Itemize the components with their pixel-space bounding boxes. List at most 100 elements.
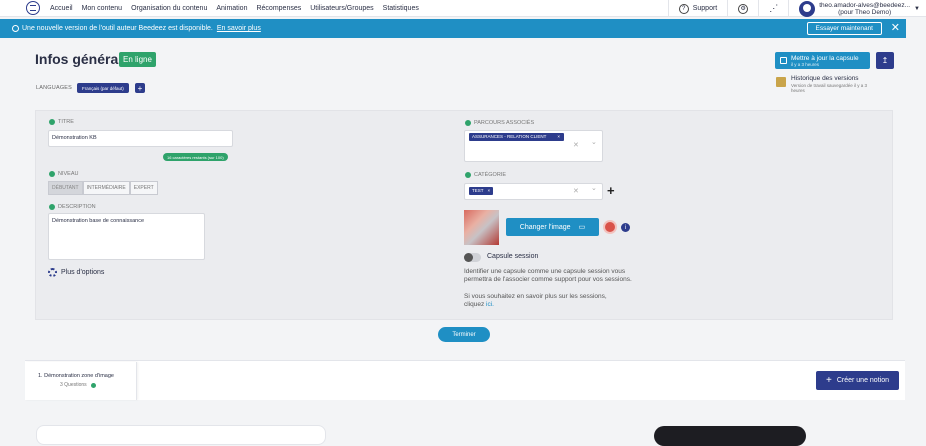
nav-link-recompenses[interactable]: Récompenses	[256, 5, 301, 12]
nav-link-accueil[interactable]: Accueil	[50, 5, 73, 12]
user-email: theo.amador-alves@beedeez...	[819, 1, 911, 9]
clear-icon[interactable]: ✕	[573, 141, 579, 149]
info-icon	[12, 25, 19, 32]
create-notion-button[interactable]: + Créer une notion	[816, 371, 899, 390]
level-selector: DÉBUTANT INTERMÉDIAIRE EXPERT	[48, 181, 158, 195]
history-icon	[776, 77, 786, 87]
share-nodes-icon: ⋰	[769, 3, 779, 13]
user-sub: (pour Theo Demo)	[838, 8, 892, 16]
status-dot-icon	[49, 119, 55, 125]
chip-remove-icon[interactable]: ×	[557, 134, 560, 140]
banner-text: Une nouvelle version de l'outil auteur B…	[22, 25, 213, 32]
close-icon[interactable]: ✕	[891, 22, 900, 34]
update-button-label: Mettre à jour la capsule	[791, 54, 859, 62]
session-description: Identifier une capsule comme une capsule…	[464, 268, 632, 283]
status-dot-icon	[465, 172, 471, 178]
settings-button[interactable]: ⚙	[727, 0, 758, 17]
plus-icon: +	[826, 375, 832, 386]
create-notion-label: Créer une notion	[836, 377, 889, 384]
change-image-button[interactable]: Changer l'image ▭	[506, 218, 599, 236]
level-option-debutant[interactable]: DÉBUTANT	[48, 181, 83, 195]
session-more-info: Si vous souhaitez en savoir plus sur les…	[464, 293, 614, 309]
content-card	[36, 425, 326, 445]
support-button[interactable]: ? Support	[667, 0, 728, 17]
main-nav-links: Accueil Mon contenu Organisation du cont…	[50, 5, 419, 12]
category-label-text: CATÉGORIE	[474, 172, 506, 178]
status-dot-icon	[49, 204, 55, 210]
more-options-label: Plus d'options	[61, 269, 105, 276]
description-textarea[interactable]: Démonstration base de connaissance	[48, 213, 205, 260]
paths-label-text: PARCOURS ASSOCIÉS	[474, 120, 535, 126]
level-option-expert[interactable]: EXPERT	[129, 181, 158, 195]
more-options-button[interactable]: Plus d'options	[48, 268, 104, 277]
title-char-counter: 16 caractères restants (sur 100)	[163, 153, 228, 161]
level-option-intermediaire[interactable]: INTERMÉDIAIRE	[82, 181, 130, 195]
status-dot-icon	[49, 171, 55, 177]
category-label: CATÉGORIE	[465, 172, 506, 178]
share-button[interactable]: ⋰	[758, 0, 788, 17]
user-info: theo.amador-alves@beedeez... (pour Theo …	[819, 2, 910, 16]
status-badge: En ligne	[119, 52, 156, 67]
update-banner: Une nouvelle version de l'outil auteur B…	[0, 19, 906, 38]
dark-floating-panel	[654, 426, 806, 446]
title-label-text: TITRE	[58, 119, 74, 125]
banner-learn-more-link[interactable]: En savoir plus	[217, 25, 261, 32]
description-label: DESCRIPTION	[49, 204, 96, 210]
capsule-image-thumbnail	[464, 210, 499, 245]
nav-link-statistiques[interactable]: Statistiques	[383, 5, 419, 12]
session-toggle-label: Capsule session	[487, 253, 539, 260]
step-title: 1. Démonstration zone d'image	[38, 373, 114, 379]
update-button-sub: il y a 3 heures	[791, 61, 820, 67]
clear-icon[interactable]: ✕	[573, 187, 579, 195]
version-history-link[interactable]: Historique des versions Version de trava…	[776, 75, 876, 93]
session-toggle[interactable]	[464, 253, 481, 262]
top-navigation-bar: Accueil Mon contenu Organisation du cont…	[0, 0, 926, 17]
language-chip-francais[interactable]: Français (par défaut)	[77, 83, 129, 93]
user-menu[interactable]: theo.amador-alves@beedeez... (pour Theo …	[788, 0, 926, 17]
save-icon	[780, 57, 787, 64]
delete-image-button[interactable]	[603, 220, 617, 234]
paths-label: PARCOURS ASSOCIÉS	[465, 120, 534, 126]
level-label-text: NIVEAU	[58, 171, 79, 177]
support-label: Support	[692, 5, 718, 12]
nav-link-utilisateurs[interactable]: Utilisateurs/Groupes	[310, 5, 373, 12]
title-label: TITRE	[49, 119, 74, 125]
beedeez-logo-icon[interactable]	[26, 1, 40, 15]
chevron-down-icon[interactable]: ⌄	[591, 184, 597, 192]
path-chip-label: ASSURANCES - RELATION CLIENT	[472, 134, 547, 139]
gear-icon: ⚙	[738, 3, 749, 14]
upload-icon: ↥	[881, 56, 889, 65]
status-dot-icon	[90, 382, 96, 388]
update-capsule-button[interactable]: Mettre à jour la capsule il y a 3 heures	[775, 52, 870, 69]
path-chip[interactable]: ASSURANCES - RELATION CLIENT ×	[469, 133, 564, 141]
try-now-button[interactable]: Essayer maintenant	[806, 22, 882, 35]
export-button[interactable]: ↥	[876, 52, 894, 69]
finish-button[interactable]: Terminer	[438, 327, 490, 342]
level-label: NIVEAU	[49, 171, 78, 177]
help-icon: ?	[678, 3, 689, 14]
status-dot-icon	[465, 120, 471, 126]
nav-link-animation[interactable]: Animation	[216, 5, 247, 12]
step-sub: 3 Questions	[60, 382, 96, 388]
category-chip[interactable]: TEST ×	[469, 187, 494, 195]
info-icon[interactable]: i	[621, 223, 630, 232]
category-chip-label: TEST	[472, 188, 484, 193]
add-language-button[interactable]: +	[135, 83, 145, 93]
nav-link-organisation[interactable]: Organisation du contenu	[131, 5, 207, 12]
chip-remove-icon[interactable]: ×	[488, 188, 491, 193]
step-question-count: 3 Questions	[60, 382, 87, 388]
chevron-down-icon[interactable]: ⌄	[591, 138, 597, 146]
notion-step-item[interactable]: 1. Démonstration zone d'image 3 Question…	[25, 362, 137, 400]
gear-icon	[48, 268, 57, 277]
change-image-label: Changer l'image	[519, 223, 571, 231]
languages-label: LANGUAGES	[36, 85, 73, 91]
avatar	[799, 0, 816, 17]
add-category-button[interactable]: +	[607, 184, 615, 197]
history-title: Historique des versions	[791, 75, 859, 82]
session-more-link[interactable]: ici.	[486, 301, 494, 308]
nav-link-mon-contenu[interactable]: Mon contenu	[82, 5, 122, 12]
nav-right-area: ? Support ⚙ ⋰ theo.amador-alves@beedeez.…	[667, 0, 926, 17]
history-sub: Version de travail sauvegardée il y a 3 …	[791, 83, 868, 93]
title-input[interactable]: Démonstration KB	[48, 130, 233, 147]
image-icon: ▭	[578, 224, 586, 231]
